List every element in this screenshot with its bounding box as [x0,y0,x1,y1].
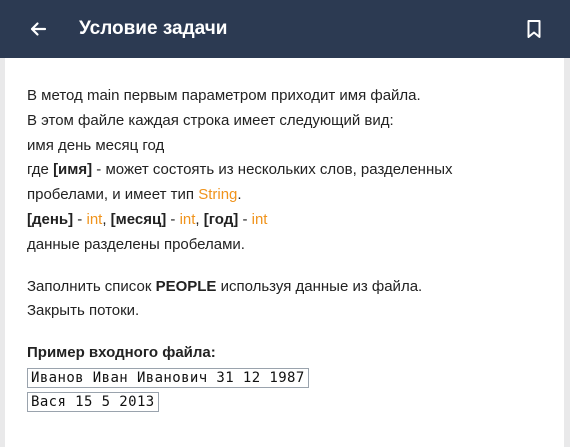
task-description: В метод main первым параметром приходит … [27,84,547,414]
text-fragment: - [73,210,87,228]
type-int: int [251,210,268,228]
text-fragment: пробелами, и имеет тип [27,186,199,204]
task-line: В метод main первым параметром приходит … [27,87,421,104]
text-fragment: где [27,161,54,179]
example-file-line: Вася 15 5 2013 [27,391,159,412]
bookmark-button[interactable] [522,17,546,41]
month-field-term: [месяц] [110,210,167,228]
task-card: В метод main первым параметром приходит … [5,58,564,447]
text-fragment: . [237,186,242,204]
text-fragment: Заполнить список [27,277,156,295]
task-line: пробелами, и имеет тип String. [27,183,547,208]
task-line: В этом файле каждая строка имеет следующ… [27,111,394,129]
bookmark-icon [527,20,541,38]
task-line: [день] - int, [месяц] - int, [год] - int [27,208,547,233]
back-button[interactable] [26,17,50,41]
task-line: Заполнить список PEOPLE используя данные… [27,275,547,300]
text-fragment: - [238,210,252,228]
day-field-term: [день] [27,210,74,228]
arrow-left-icon [30,22,47,36]
task-line: имя день месяц год [27,136,165,154]
text-fragment: - может состоять из нескольких слов, раз… [92,161,453,179]
example-heading: Пример входного файла: [27,344,216,362]
type-int: int [86,210,103,228]
name-field-term: [имя] [53,161,93,179]
text-fragment: , [195,210,204,228]
page-title: Условие задачи [79,18,228,39]
text-fragment: используя данные из файла. [216,277,423,295]
task-line: Закрыть потоки. [27,302,140,320]
example-file-line: Иванов Иван Иванович 31 12 1987 [27,367,309,388]
task-line: данные разделены пробелами. [27,235,245,253]
year-field-term: [год] [203,210,239,228]
task-line: где [имя] - может состоять из нескольких… [27,158,547,183]
top-app-bar: Условие задачи [0,0,570,58]
type-int: int [179,210,196,228]
people-list-term: PEOPLE [155,277,217,295]
example-row: Иванов Иван Иванович 31 12 1987 [27,366,547,390]
text-fragment: , [102,210,111,228]
text-fragment: - [166,210,180,228]
type-string: String [198,186,238,204]
example-row: Вася 15 5 2013 [27,390,547,414]
